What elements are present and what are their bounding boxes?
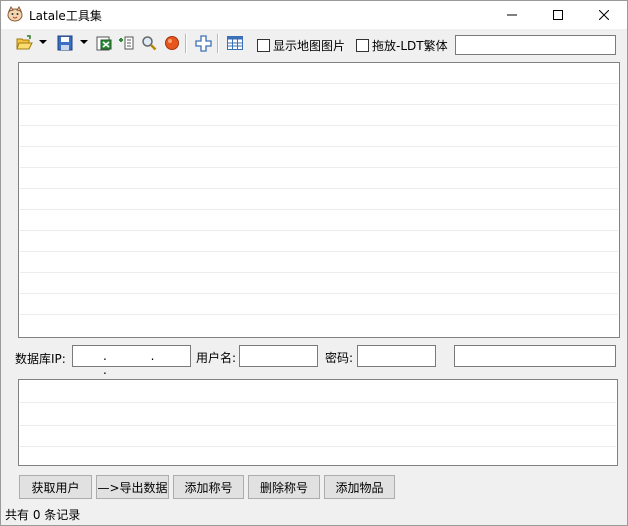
minimize-icon bbox=[507, 14, 517, 16]
status-text: 共有 0 条记录 bbox=[5, 508, 81, 522]
search-icon bbox=[142, 36, 157, 51]
toolbar-input[interactable] bbox=[455, 35, 616, 55]
drag-ldt-label: 拖放-LDT繁体 bbox=[372, 39, 448, 53]
extra-input[interactable] bbox=[454, 345, 616, 367]
maximize-icon bbox=[553, 10, 563, 20]
close-button[interactable] bbox=[581, 1, 627, 29]
save-button[interactable] bbox=[56, 34, 74, 52]
app-window: Latale工具集 显示地图图片 拖放-LDT繁体 数据库IP: . . . 用… bbox=[0, 0, 628, 526]
excel-export-icon bbox=[96, 36, 112, 51]
grid-row-line bbox=[20, 425, 616, 426]
grid-icon bbox=[227, 36, 243, 50]
search-button[interactable] bbox=[140, 34, 158, 52]
grid-row-line bbox=[20, 146, 618, 147]
open-dropdown-icon[interactable] bbox=[39, 40, 47, 44]
toolbar-separator bbox=[185, 34, 187, 53]
save-dropdown-icon[interactable] bbox=[80, 40, 88, 44]
grid-row-line bbox=[20, 446, 616, 447]
window-title: Latale工具集 bbox=[29, 9, 102, 23]
minimize-button[interactable] bbox=[489, 1, 535, 29]
password-input[interactable] bbox=[357, 345, 436, 367]
checkbox-box[interactable] bbox=[356, 39, 369, 52]
grid-row-line bbox=[20, 125, 618, 126]
stop-icon bbox=[165, 36, 179, 50]
add-title-button[interactable]: 添加称号 bbox=[173, 475, 244, 499]
username-label: 用户名: bbox=[196, 351, 237, 365]
password-label: 密码: bbox=[325, 351, 354, 365]
add-icon bbox=[194, 34, 212, 52]
import-button[interactable] bbox=[117, 34, 135, 52]
grid-row-line bbox=[20, 104, 618, 105]
grid-row-line bbox=[20, 272, 618, 273]
open-folder-icon bbox=[15, 35, 33, 50]
grid-row-line bbox=[20, 230, 618, 231]
grid-row-line bbox=[20, 402, 616, 403]
maximize-button[interactable] bbox=[535, 1, 581, 29]
grid-row-line bbox=[20, 188, 618, 189]
username-input[interactable] bbox=[239, 345, 318, 367]
grid-row-line bbox=[20, 314, 618, 315]
drag-ldt-checkbox[interactable]: 拖放-LDT繁体 bbox=[356, 37, 448, 54]
stop-button[interactable] bbox=[163, 34, 181, 52]
delete-title-button[interactable]: 删除称号 bbox=[248, 475, 320, 499]
excel-export-button[interactable] bbox=[95, 34, 113, 52]
grid-row-line bbox=[20, 167, 618, 168]
toolbar-separator bbox=[217, 34, 219, 53]
data-grid-upper[interactable] bbox=[18, 62, 620, 338]
save-icon bbox=[57, 35, 73, 51]
grid-row-line bbox=[20, 293, 618, 294]
grid-button[interactable] bbox=[226, 34, 244, 52]
import-icon bbox=[119, 36, 134, 50]
close-icon bbox=[599, 10, 609, 20]
db-ip-label: 数据库IP: bbox=[15, 352, 66, 366]
add-item-button[interactable]: 添加物品 bbox=[324, 475, 395, 499]
grid-row-line bbox=[20, 209, 618, 210]
show-map-image-label: 显示地图图片 bbox=[273, 39, 346, 53]
data-grid-lower[interactable] bbox=[18, 379, 618, 466]
export-data-button[interactable]: —>导出数据 bbox=[96, 475, 169, 499]
grid-row-line bbox=[20, 251, 618, 252]
open-button[interactable] bbox=[15, 34, 33, 52]
ip-address-dots: . . . bbox=[103, 349, 175, 377]
grid-row-line bbox=[20, 83, 618, 84]
title-bar: Latale工具集 bbox=[1, 1, 627, 29]
toolbar: 显示地图图片 拖放-LDT繁体 bbox=[1, 29, 627, 59]
app-logo-icon bbox=[7, 6, 23, 22]
checkbox-box[interactable] bbox=[257, 39, 270, 52]
show-map-image-checkbox[interactable]: 显示地图图片 bbox=[257, 37, 345, 54]
add-button[interactable] bbox=[194, 34, 212, 52]
db-ip-input[interactable]: . . . bbox=[72, 345, 191, 377]
get-users-button[interactable]: 获取用户 bbox=[19, 475, 92, 499]
